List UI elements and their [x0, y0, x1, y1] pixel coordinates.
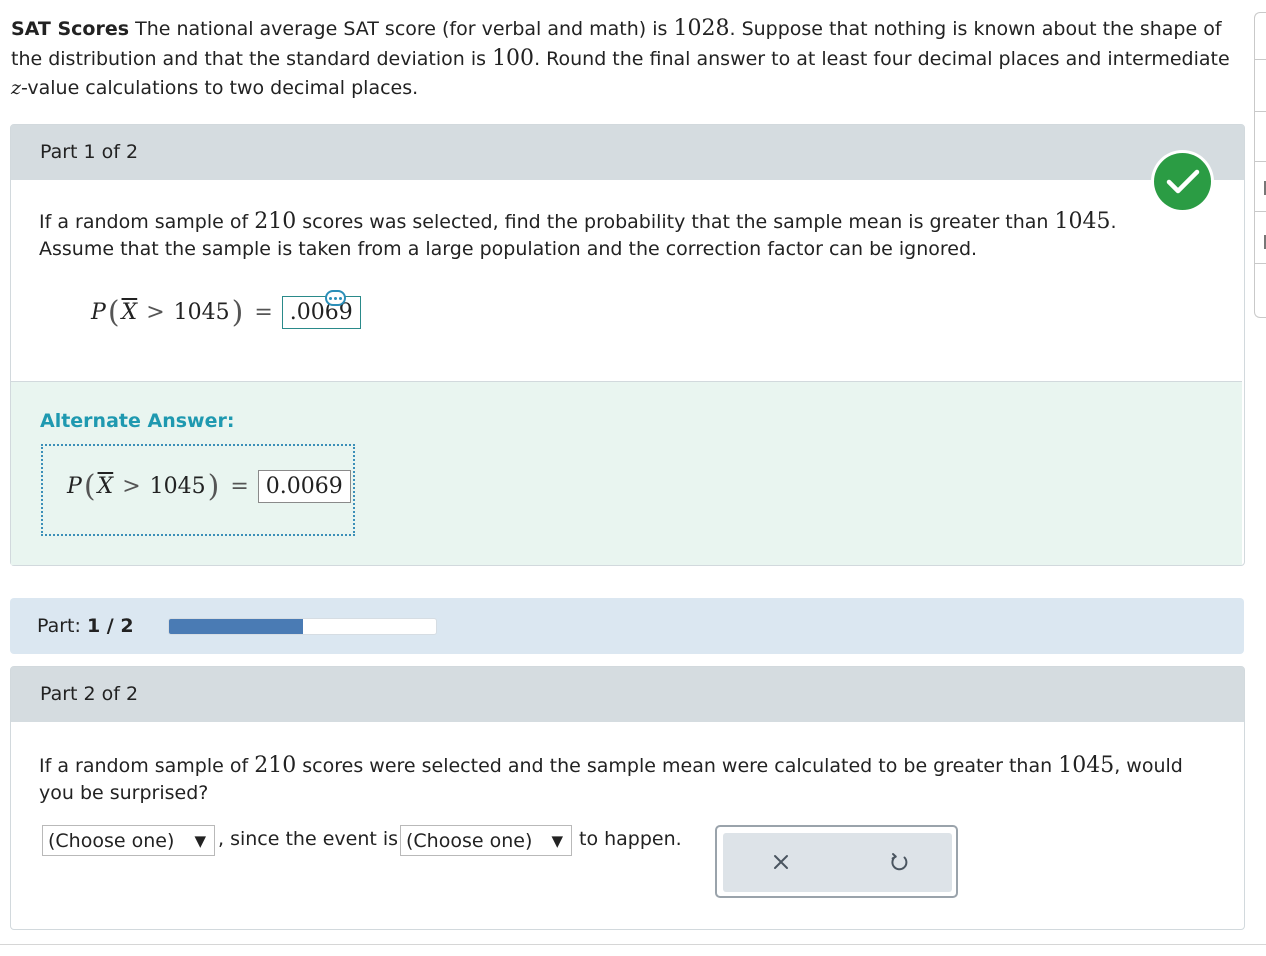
part1-header: Part 1 of 2 — [11, 125, 1244, 180]
answer-box[interactable]: .0069 — [281, 296, 361, 329]
bottom-divider — [0, 944, 1266, 945]
open-paren: ( — [107, 294, 120, 330]
population-mean: 1028 — [673, 16, 730, 41]
part2-sample-size: 210 — [254, 753, 297, 778]
tab-divider — [1255, 111, 1266, 112]
event-likelihood-select-value: (Choose one) — [406, 830, 533, 852]
tab-divider — [1255, 211, 1266, 212]
tab-divider — [1255, 161, 1266, 162]
answer-tools — [715, 825, 958, 898]
alternate-equation: P ( X > 1045 ) = 0.0069 — [67, 470, 351, 503]
part-progress: Part: 1 / 2 — [10, 598, 1244, 654]
equals-sign: = — [230, 474, 249, 499]
greater-than: > — [122, 474, 141, 499]
problem-text-3: . Round the final answer to at least fou… — [534, 48, 1230, 70]
greater-than: > — [146, 300, 165, 325]
z-variable: z — [11, 77, 22, 99]
progress-count: 1 / 2 — [86, 615, 134, 637]
close-paren: ) — [231, 294, 244, 330]
part1-equation: P ( X > 1045 ) = .0069 — [91, 296, 361, 329]
progress-label: Part: 1 / 2 — [37, 598, 134, 654]
undo-icon[interactable] — [887, 850, 911, 874]
triangle-down-icon: ▼ — [194, 832, 206, 850]
eq-threshold: 1045 — [149, 474, 206, 499]
alternate-answer-panel: Alternate Answer: P ( X > 1045 ) = 0.006… — [11, 381, 1242, 565]
ellipsis-icon[interactable] — [325, 290, 346, 306]
part1-threshold: 1045 — [1054, 209, 1111, 234]
problem-statement: SAT Scores The national average SAT scor… — [11, 14, 1246, 103]
eq-threshold: 1045 — [173, 300, 230, 325]
part1-text-2: scores was selected, find the probabilit… — [302, 211, 1049, 233]
standard-deviation: 100 — [492, 46, 535, 71]
progress-track — [168, 618, 437, 635]
part2-text-2: scores were selected and the sample mean… — [302, 755, 1053, 777]
alternate-answer-value: 0.0069 — [257, 470, 351, 503]
close-icon[interactable] — [769, 850, 793, 874]
event-likelihood-select[interactable]: (Choose one) ▼ — [400, 825, 572, 856]
check-icon — [1154, 153, 1211, 210]
alternate-answer-title: Alternate Answer: — [40, 410, 235, 432]
part2-header: Part 2 of 2 — [11, 667, 1244, 722]
part1-question: If a random sample of 210 scores was sel… — [39, 208, 1189, 263]
problem-text-4: -value calculations to two decimal place… — [21, 77, 419, 99]
xbar-symbol: X — [121, 300, 138, 325]
part1-text-1: If a random sample of — [39, 211, 249, 233]
problem-text-1: The national average SAT score (for verb… — [135, 18, 668, 40]
surprised-select[interactable]: (Choose one) ▼ — [42, 825, 215, 856]
close-paren: ) — [207, 468, 220, 504]
prob-symbol: P — [91, 300, 106, 325]
xbar-symbol: X — [97, 474, 114, 499]
equals-sign: = — [254, 300, 273, 325]
side-tab-strip[interactable] — [1254, 12, 1266, 318]
prob-symbol: P — [67, 474, 82, 499]
part2-end-text: to happen. — [579, 828, 682, 850]
tab-divider — [1255, 263, 1266, 264]
part2-mid-text: , since the event is — [218, 828, 399, 850]
tab-divider — [1255, 59, 1266, 60]
open-paren: ( — [83, 468, 96, 504]
part2-threshold: 1045 — [1058, 753, 1115, 778]
surprised-select-value: (Choose one) — [48, 830, 175, 852]
part2-text-1: If a random sample of — [39, 755, 249, 777]
part1-sample-size: 210 — [254, 209, 297, 234]
problem-title: SAT Scores — [11, 18, 130, 40]
progress-prefix: Part: — [37, 615, 81, 637]
answer-tools-panel — [723, 833, 952, 892]
progress-fill — [169, 619, 303, 634]
part2-question: If a random sample of 210 scores were se… — [39, 752, 1219, 807]
triangle-down-icon: ▼ — [551, 832, 563, 850]
